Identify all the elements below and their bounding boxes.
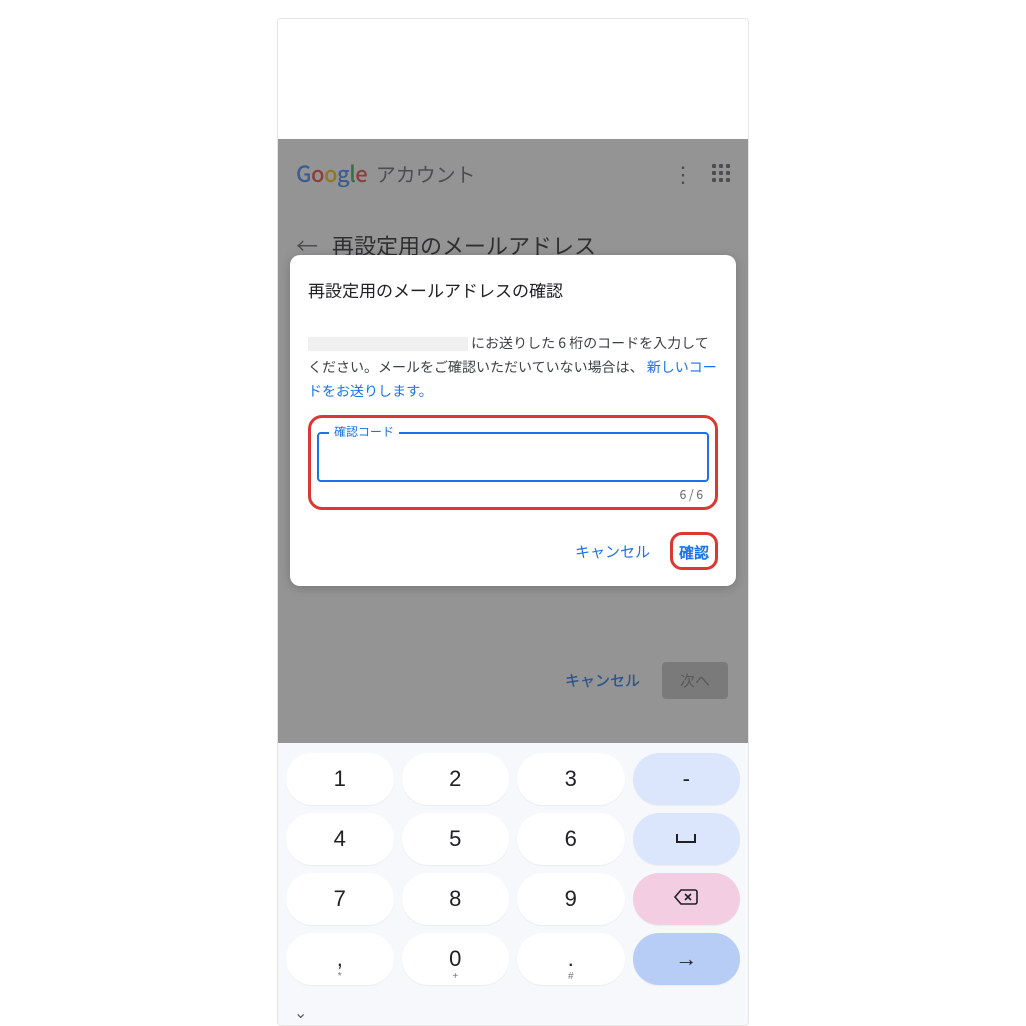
key-2[interactable]: 2 bbox=[402, 753, 510, 805]
modal-body: にお送りした 6 桁のコードを入力してください。メールをご確認いただいていない場… bbox=[308, 332, 718, 403]
key-⌴[interactable] bbox=[633, 813, 741, 865]
key-5[interactable]: 5 bbox=[402, 813, 510, 865]
modal-title: 再設定用のメールアドレスの確認 bbox=[308, 277, 718, 302]
cancel-button[interactable]: キャンセル bbox=[575, 541, 650, 562]
top-blank-area bbox=[278, 19, 748, 139]
key-6[interactable]: 6 bbox=[517, 813, 625, 865]
modal-actions: キャンセル 確認 bbox=[308, 532, 718, 570]
code-field: 確認コード bbox=[317, 432, 709, 482]
key-7[interactable]: 7 bbox=[286, 873, 394, 925]
confirm-button[interactable]: 確認 bbox=[679, 542, 709, 563]
key--[interactable]: - bbox=[633, 753, 741, 805]
code-field-label: 確認コード bbox=[329, 423, 399, 440]
key-3[interactable]: 3 bbox=[517, 753, 625, 805]
input-highlight-box: 確認コード 6 / 6 bbox=[308, 415, 718, 510]
app-area: Google アカウント ⋮ ← 再設定用のメールアドレス キャンセル 次へ bbox=[278, 139, 748, 743]
confirm-email-modal: 再設定用のメールアドレスの確認 にお送りした 6 桁のコードを入力してください。… bbox=[290, 255, 736, 586]
phone-frame: Google アカウント ⋮ ← 再設定用のメールアドレス キャンセル 次へ bbox=[277, 18, 749, 1026]
key-9[interactable]: 9 bbox=[517, 873, 625, 925]
key-4[interactable]: 4 bbox=[286, 813, 394, 865]
key-8[interactable]: 8 bbox=[402, 873, 510, 925]
key-1[interactable]: 1 bbox=[286, 753, 394, 805]
redacted-email bbox=[308, 337, 468, 351]
confirm-highlight-box: 確認 bbox=[670, 532, 718, 570]
key-0[interactable]: 0+ bbox=[402, 933, 510, 985]
keyboard-footer: ⌄ bbox=[286, 999, 740, 1023]
collapse-keyboard-icon[interactable]: ⌄ bbox=[294, 1003, 307, 1023]
key-⌫[interactable] bbox=[633, 873, 741, 925]
key-,[interactable]: ,* bbox=[286, 933, 394, 985]
char-counter: 6 / 6 bbox=[317, 486, 709, 503]
key-→[interactable]: → bbox=[633, 933, 741, 985]
key-.[interactable]: .# bbox=[517, 933, 625, 985]
numeric-keyboard: 123- 456 789 ,*0+.#→ ⌄ bbox=[278, 743, 748, 1025]
